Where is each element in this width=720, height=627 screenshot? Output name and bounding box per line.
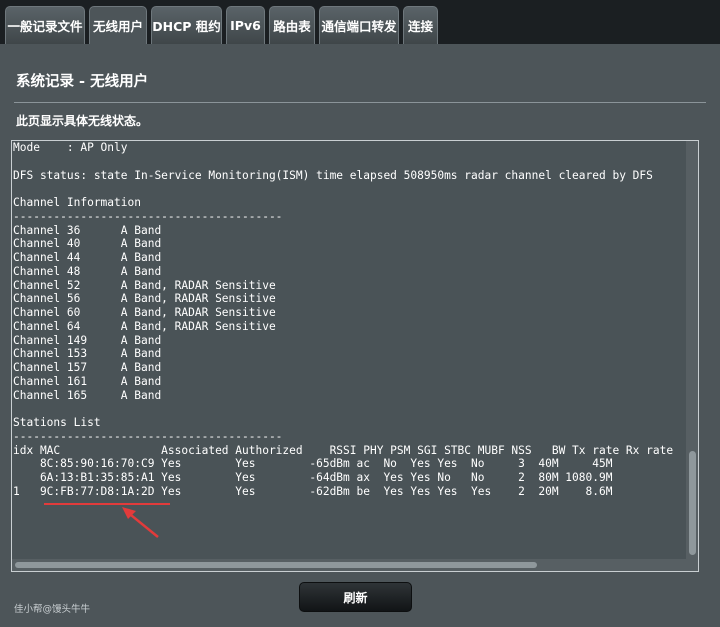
tab-wireless-clients[interactable]: 无线用户 bbox=[89, 6, 147, 44]
tab-port-forwarding[interactable]: 通信端口转发 bbox=[319, 6, 399, 44]
tab-bar: 一般记录文件 无线用户 DHCP 租约 IPv6 路由表 通信端口转发 连接 bbox=[0, 0, 720, 44]
horizontal-scrollbar[interactable] bbox=[12, 559, 698, 571]
watermark-text: 佳小帮@馒头牛牛 bbox=[14, 604, 91, 615]
annotation-arrow-icon bbox=[122, 507, 159, 538]
title-divider bbox=[14, 102, 706, 103]
main-panel: 系统记录 - 无线用户 此页显示具体无线状态。 Mode : AP Only D… bbox=[0, 44, 720, 627]
tab-connections[interactable]: 连接 bbox=[403, 6, 438, 44]
horizontal-scroll-thumb[interactable] bbox=[15, 562, 537, 568]
tab-dhcp-leases[interactable]: DHCP 租约 bbox=[151, 6, 222, 44]
page-title: 系统记录 - 无线用户 bbox=[16, 74, 149, 90]
wireless-log-text: Mode : AP Only DFS status: state In-Serv… bbox=[13, 141, 674, 498]
tab-general-log[interactable]: 一般记录文件 bbox=[5, 6, 85, 44]
page-description: 此页显示具体无线状态。 bbox=[16, 114, 149, 128]
tab-routing-table[interactable]: 路由表 bbox=[269, 6, 315, 44]
refresh-button[interactable]: 刷新 bbox=[299, 582, 412, 612]
vertical-scroll-thumb[interactable] bbox=[689, 451, 696, 555]
vertical-scrollbar[interactable] bbox=[686, 141, 698, 559]
tab-ipv6[interactable]: IPv6 bbox=[226, 6, 265, 44]
wireless-log-textarea[interactable]: Mode : AP Only DFS status: state In-Serv… bbox=[11, 140, 699, 572]
